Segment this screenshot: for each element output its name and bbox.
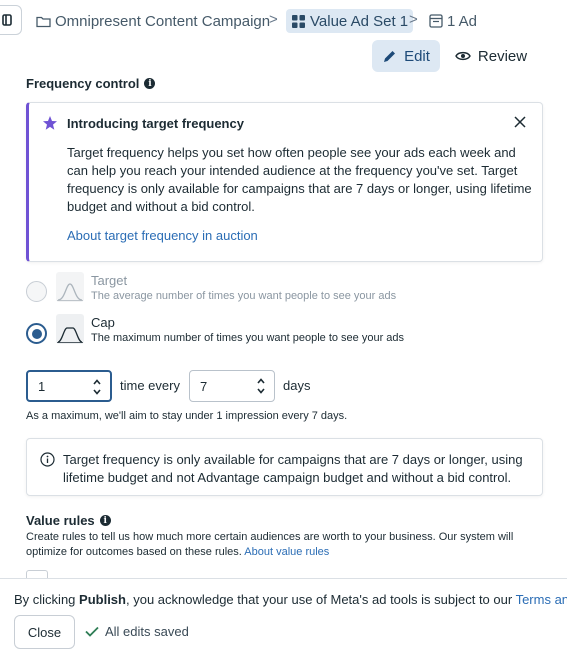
- frequency-control-heading: Frequency control i: [26, 76, 156, 91]
- breadcrumb-ad-set-label: Value Ad Set 1: [310, 12, 409, 30]
- target-radio[interactable]: [26, 281, 47, 302]
- days-label: days: [283, 378, 311, 393]
- ad-icon: [429, 14, 443, 28]
- star-icon: [43, 116, 57, 130]
- checkmark-icon: [85, 626, 99, 637]
- cap-frequency-stepper[interactable]: 1: [26, 370, 112, 402]
- footer-bar: By clicking Publish, you acknowledge tha…: [0, 578, 567, 660]
- target-description: The average number of times you want peo…: [91, 290, 397, 302]
- about-value-rules-link[interactable]: About value rules: [244, 546, 329, 558]
- panel-toggle-button[interactable]: [0, 5, 22, 35]
- value-rules-title: Value rules: [26, 513, 95, 528]
- frequency-option-cap[interactable]: Cap The maximum number of times you want…: [26, 314, 404, 346]
- stepper-arrows-icon[interactable]: [93, 378, 101, 396]
- notice-text: Target frequency is only available for c…: [63, 452, 523, 485]
- about-target-frequency-link[interactable]: About target frequency in auction: [67, 228, 258, 243]
- breadcrumb-ad-set[interactable]: Value Ad Set 1: [286, 9, 414, 33]
- terms-link[interactable]: Terms and: [516, 592, 567, 607]
- save-status: All edits saved: [85, 624, 189, 639]
- cap-description: The maximum number of times you want peo…: [91, 332, 405, 344]
- breadcrumb-separator: >: [269, 11, 278, 28]
- breadcrumb-ad[interactable]: 1 Ad: [429, 9, 477, 33]
- grid-icon: [292, 14, 305, 28]
- cap-curve-icon: [56, 314, 84, 344]
- value-rules-heading: Value rules i: [26, 513, 111, 528]
- save-status-text: All edits saved: [105, 624, 189, 639]
- sidebar-icon: [2, 14, 12, 26]
- info-outline-icon: [40, 452, 55, 467]
- legal-publish: Publish: [79, 592, 126, 607]
- folder-icon: [36, 16, 51, 27]
- cap-radio[interactable]: [26, 323, 47, 344]
- breadcrumb-campaign-label: Omnipresent Content Campaign: [55, 12, 271, 30]
- edit-button[interactable]: Edit: [372, 40, 440, 72]
- info-icon[interactable]: i: [99, 515, 111, 526]
- frequency-option-target[interactable]: Target The average number of times you w…: [26, 272, 396, 304]
- cap-frequency-value: 1: [38, 378, 46, 394]
- breadcrumb-campaign[interactable]: Omnipresent Content Campaign: [36, 9, 270, 33]
- target-frequency-notice: Target frequency is only available for c…: [26, 438, 543, 496]
- edit-label: Edit: [404, 47, 430, 65]
- value-rules-description: Create rules to tell us how much more ce…: [26, 530, 536, 560]
- cap-label: Cap: [91, 315, 115, 330]
- top-bar: Omnipresent Content Campaign > Value Ad …: [0, 0, 567, 40]
- settings-panel[interactable]: Frequency control i Introducing target f…: [0, 74, 567, 578]
- intro-title: Introducing target frequency: [67, 116, 244, 131]
- legal-prefix: By clicking: [14, 592, 80, 607]
- days-stepper[interactable]: 7: [189, 370, 275, 402]
- intro-body: Target frequency helps you set how often…: [67, 145, 532, 214]
- pencil-icon: [384, 50, 396, 62]
- legal-notice: By clicking Publish, you acknowledge tha…: [14, 592, 567, 607]
- bell-curve-icon: [56, 272, 84, 302]
- review-label: Review: [477, 47, 528, 65]
- info-icon[interactable]: i: [144, 78, 156, 89]
- legal-middle: , you acknowledge that your use of Meta'…: [125, 592, 516, 607]
- close-icon[interactable]: [513, 115, 527, 129]
- breadcrumb-ad-label: 1 Ad: [447, 12, 478, 30]
- eye-icon: [455, 51, 471, 61]
- mode-toolbar: Edit Review: [0, 40, 567, 74]
- time-every-label: time every: [120, 378, 180, 393]
- close-button[interactable]: Close: [14, 615, 75, 649]
- frequency-max-note: As a maximum, we'll aim to stay under 1 …: [26, 410, 348, 422]
- breadcrumb-separator: >: [409, 11, 418, 28]
- value-rules-checkbox[interactable]: [26, 570, 48, 578]
- review-button[interactable]: Review: [452, 40, 530, 72]
- stepper-arrows-icon[interactable]: [257, 377, 265, 395]
- target-label: Target: [91, 273, 128, 288]
- target-frequency-intro-card: Introducing target frequency Target freq…: [26, 102, 543, 262]
- frequency-control-title: Frequency control: [26, 76, 140, 91]
- days-value: 7: [200, 378, 208, 394]
